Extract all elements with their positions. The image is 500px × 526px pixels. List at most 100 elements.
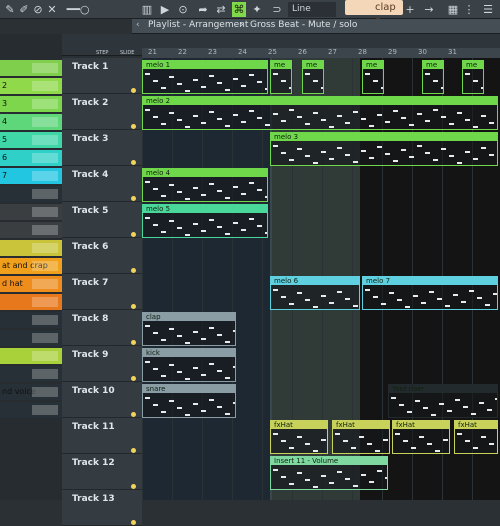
channel-steps[interactable] xyxy=(32,225,58,235)
channel-steps[interactable] xyxy=(32,81,58,91)
pattern-clip[interactable]: me xyxy=(422,60,444,94)
channel-steps[interactable] xyxy=(32,99,58,109)
track-header[interactable]: Track 6 xyxy=(62,238,142,274)
pattern-clip[interactable]: me xyxy=(462,60,484,94)
channel-row[interactable]: 3 xyxy=(0,96,62,112)
zoom-icon[interactable]: ⊙ xyxy=(176,2,190,17)
track-led-icon[interactable] xyxy=(131,232,136,237)
channel-row[interactable]: 2 xyxy=(0,78,62,94)
track-led-icon[interactable] xyxy=(131,520,136,525)
slip-icon[interactable]: ⇄ xyxy=(214,2,228,17)
pattern-selector[interactable]: clap 2 xyxy=(345,0,403,28)
dots-icon[interactable]: ⋮ xyxy=(462,2,476,17)
channel-row[interactable] xyxy=(0,294,62,310)
track-led-icon[interactable] xyxy=(131,124,136,129)
track-header[interactable]: Track 9 xyxy=(62,346,142,382)
pattern-clip[interactable]: melo 7 xyxy=(362,276,498,310)
cursor-icon[interactable]: ✦ xyxy=(250,2,264,17)
pencil-icon[interactable]: ✎ xyxy=(4,2,16,17)
grid-icon[interactable]: ▦ xyxy=(446,2,460,17)
delete-icon[interactable]: ⊘ xyxy=(32,2,44,17)
arrangement-grid[interactable]: melo 1 me me me me me melo 2 melo 3 melo 4 melo 5… xyxy=(142,58,500,500)
track-header[interactable]: Track 12 xyxy=(62,454,142,490)
track-led-icon[interactable] xyxy=(131,304,136,309)
menu-icon[interactable]: ☰ xyxy=(480,2,496,17)
channel-row[interactable] xyxy=(0,240,62,256)
channel-row[interactable] xyxy=(0,312,62,328)
track-header[interactable]: Track 2 xyxy=(62,94,142,130)
pattern-clip[interactable]: melo 3 xyxy=(270,132,498,166)
add-pattern-icon[interactable]: + xyxy=(404,2,416,17)
pattern-clip[interactable]: fxHat xyxy=(392,420,450,454)
track-header[interactable]: Track 11 xyxy=(62,418,142,454)
channel-steps[interactable] xyxy=(32,63,58,73)
pattern-clip[interactable]: me xyxy=(362,60,384,94)
channel-steps[interactable] xyxy=(32,153,58,163)
pattern-clip[interactable]: clap xyxy=(142,312,236,346)
channel-steps[interactable] xyxy=(32,351,58,361)
pattern-clip[interactable]: Insert 11 - Volume xyxy=(270,456,388,490)
channel-steps[interactable] xyxy=(32,333,58,343)
track-led-icon[interactable] xyxy=(131,412,136,417)
track-header[interactable]: Track 8 xyxy=(62,310,142,346)
channel-steps[interactable] xyxy=(32,135,58,145)
track-led-icon[interactable] xyxy=(131,88,136,93)
channel-steps[interactable] xyxy=(32,243,58,253)
channel-row[interactable] xyxy=(0,60,62,76)
channel-row[interactable] xyxy=(0,330,62,346)
track-led-icon[interactable] xyxy=(131,160,136,165)
timeline-ruler[interactable]: 21 22 23 24 25 26 27 28 29 30 31 xyxy=(142,48,500,58)
arrow-icon[interactable]: → xyxy=(420,2,438,17)
export-icon[interactable]: ➦ xyxy=(196,2,210,17)
channel-row[interactable]: 5 xyxy=(0,132,62,148)
channel-row[interactable] xyxy=(0,222,62,238)
nav-arrow-icon[interactable]: ‹ xyxy=(136,20,140,30)
pattern-clip[interactable]: melo 5 xyxy=(142,204,268,238)
pattern-clip[interactable]: snare xyxy=(142,384,236,418)
snap-select[interactable]: Line xyxy=(288,2,336,17)
track-led-icon[interactable] xyxy=(131,196,136,201)
channel-row[interactable]: 7 xyxy=(0,168,62,184)
track-header[interactable]: Track 1 xyxy=(62,58,142,94)
channel-row[interactable]: d hat xyxy=(0,276,62,292)
channel-steps[interactable] xyxy=(32,387,58,397)
channel-row[interactable] xyxy=(0,204,62,220)
track-header[interactable]: Track 10 xyxy=(62,382,142,418)
channel-row[interactable] xyxy=(0,186,62,202)
pattern-clip[interactable]: fxHat xyxy=(454,420,498,454)
pattern-clip[interactable]: me xyxy=(270,60,292,94)
mute-icon[interactable]: ✕ xyxy=(46,2,58,17)
pattern-clip[interactable]: fxHat xyxy=(270,420,328,454)
channel-row[interactable]: 6 xyxy=(0,150,62,166)
pattern-clip[interactable]: Yeet riser xyxy=(388,384,498,418)
channel-row[interactable] xyxy=(0,402,62,418)
pattern-clip[interactable]: kick xyxy=(142,348,236,382)
track-led-icon[interactable] xyxy=(131,448,136,453)
pattern-clip[interactable]: melo 4 xyxy=(142,168,268,202)
track-header[interactable]: Track 7 xyxy=(62,274,142,310)
channel-steps[interactable] xyxy=(32,297,58,307)
track-led-icon[interactable] xyxy=(131,268,136,273)
brush-icon[interactable]: ✐ xyxy=(18,2,30,17)
channel-steps[interactable] xyxy=(32,279,58,289)
piano-icon[interactable]: ▥ xyxy=(140,2,154,17)
track-header[interactable]: Track 5 xyxy=(62,202,142,238)
pattern-clip[interactable]: melo 6 xyxy=(270,276,360,310)
track-header[interactable]: Track 3 xyxy=(62,130,142,166)
slice-icon[interactable]: ⌘ xyxy=(232,2,246,17)
channel-row[interactable]: 4 xyxy=(0,114,62,130)
channel-steps[interactable] xyxy=(32,369,58,379)
channel-steps[interactable] xyxy=(32,189,58,199)
track-led-icon[interactable] xyxy=(131,340,136,345)
volume-slider[interactable]: ━━○ xyxy=(58,2,98,17)
channel-row[interactable]: nd voice xyxy=(0,384,62,400)
channel-steps[interactable] xyxy=(32,261,58,271)
channel-steps[interactable] xyxy=(32,405,58,415)
select-icon[interactable]: ▶ xyxy=(158,2,172,17)
pattern-clip[interactable]: melo 2 xyxy=(142,96,498,130)
track-header[interactable]: Track 4 xyxy=(62,166,142,202)
track-led-icon[interactable] xyxy=(131,376,136,381)
channel-row[interactable] xyxy=(0,366,62,382)
channel-steps[interactable] xyxy=(32,171,58,181)
pattern-clip[interactable]: fxHat xyxy=(332,420,390,454)
